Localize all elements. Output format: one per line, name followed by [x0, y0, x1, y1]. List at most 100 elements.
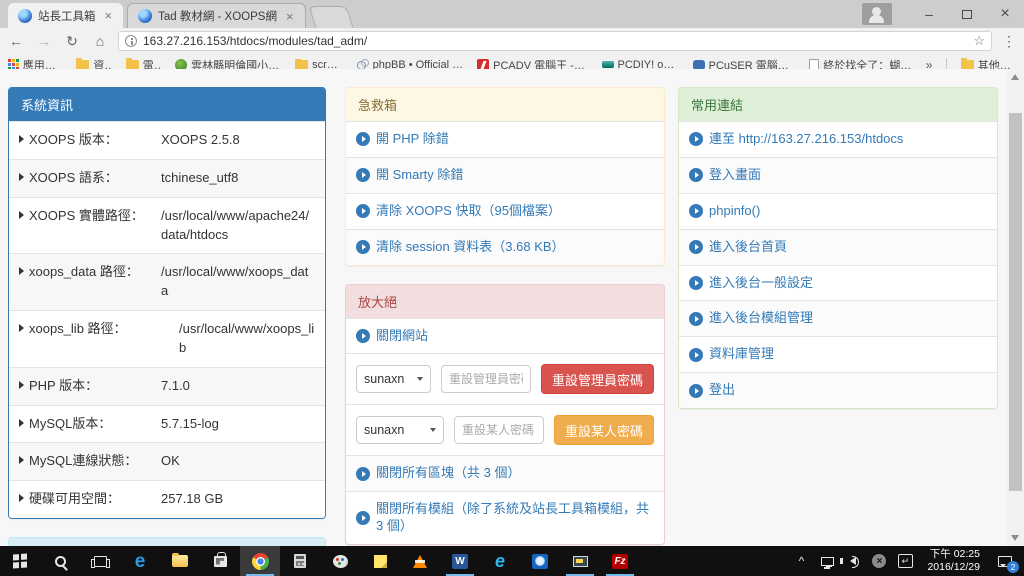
chrome-profile-icon[interactable] — [862, 3, 892, 25]
arrow-circle-icon — [356, 467, 370, 481]
admin-user-select[interactable]: sunaxn — [356, 365, 431, 393]
link-logout[interactable]: 登出 — [709, 382, 735, 399]
taskbar-outlook[interactable] — [520, 546, 560, 576]
minimize-button[interactable]: – — [910, 0, 948, 28]
link-login-screen[interactable]: 登入畫面 — [709, 167, 761, 184]
taskbar-paint[interactable] — [320, 546, 360, 576]
caret-right-icon — [19, 419, 24, 427]
link-close-all-modules[interactable]: 關閉所有模組（除了系統及站長工具箱模組，共 3 個） — [376, 501, 654, 535]
folder-icon — [961, 60, 974, 70]
link-php-debug[interactable]: 開 PHP 除錯 — [376, 131, 449, 148]
page-info-icon[interactable] — [125, 35, 137, 47]
link-goto-site[interactable]: 連至 http://163.27.216.153/htdocs — [709, 131, 903, 148]
link-admin-home[interactable]: 進入後台首頁 — [709, 239, 787, 256]
caret-right-icon — [19, 267, 24, 275]
folder-icon — [76, 60, 89, 70]
taskbar-chrome[interactable] — [240, 546, 280, 576]
system-row: MySQL版本： 5.7.15-log — [9, 405, 325, 443]
taskbar-word[interactable]: W — [440, 546, 480, 576]
chevron-down-icon — [417, 377, 423, 381]
tray-chevron-icon[interactable]: ^ — [789, 546, 813, 576]
user-select[interactable]: sunaxn — [356, 416, 444, 444]
reset-user-password-row: sunaxn 重設某人密碼 — [346, 404, 664, 455]
taskbar-ie[interactable]: e — [480, 546, 520, 576]
taskbar-file-explorer[interactable] — [160, 546, 200, 576]
tab-title: 站長工具箱 — [38, 8, 96, 24]
arrow-circle-icon — [689, 240, 703, 254]
start-button[interactable] — [0, 546, 40, 576]
link-clear-session[interactable]: 清除 session 資料表（3.68 KB） — [376, 239, 565, 256]
panel-title: 系統資訊 — [9, 88, 325, 121]
windows-store-icon — [214, 556, 227, 567]
remote-desktop-icon — [573, 556, 588, 567]
taskbar-clock[interactable]: 下午 02:25 2016/12/29 — [919, 548, 988, 574]
link-admin-modules[interactable]: 進入後台模組管理 — [709, 310, 813, 327]
admin-password-input[interactable] — [441, 365, 531, 393]
arrow-circle-icon — [689, 204, 703, 218]
reset-user-password-button[interactable]: 重設某人密碼 — [554, 415, 654, 445]
action-center-button[interactable]: 2 — [990, 546, 1020, 576]
forward-icon[interactable]: → — [34, 33, 54, 49]
tray-status-icon[interactable]: × — [867, 546, 891, 576]
panel-title: 群組與使用者資訊 — [9, 538, 325, 546]
chrome-menu-icon[interactable]: ⋮ — [1000, 33, 1018, 50]
link-close-site[interactable]: 關閉網站 — [376, 328, 428, 345]
link-row: 進入後台首頁 — [679, 229, 997, 265]
scroll-down-icon[interactable] — [1011, 535, 1019, 541]
network-icon[interactable] — [815, 546, 839, 576]
word-icon: W — [452, 554, 468, 569]
taskbar-remote-desktop[interactable] — [560, 546, 600, 576]
back-icon[interactable]: ← — [6, 33, 26, 49]
taskbar-search-button[interactable] — [40, 546, 80, 576]
arrow-circle-icon — [356, 240, 370, 254]
tab-close-icon[interactable]: × — [283, 9, 297, 24]
restore-button[interactable] — [948, 0, 986, 28]
scrollbar-thumb[interactable] — [1009, 113, 1022, 491]
address-bar[interactable]: 163.27.216.153/htdocs/modules/tad_adm/ ☆ — [118, 31, 992, 51]
ime-indicator-icon[interactable]: ↵ — [893, 546, 917, 576]
link-database-admin[interactable]: 資料庫管理 — [709, 346, 774, 363]
file-explorer-icon — [172, 555, 188, 567]
system-row: PHP 版本： 7.1.0 — [9, 367, 325, 405]
link-row: 開 Smarty 除錯 — [346, 157, 664, 193]
arrow-circle-icon — [689, 276, 703, 290]
page-scrollbar[interactable] — [1007, 69, 1024, 546]
link-close-all-blocks[interactable]: 關閉所有區塊（共 3 個） — [376, 465, 520, 482]
bookmark-star-icon[interactable]: ☆ — [973, 33, 985, 49]
arrow-circle-icon — [689, 312, 703, 326]
reload-icon[interactable]: ↻ — [62, 33, 82, 50]
link-clear-cache[interactable]: 清除 XOOPS 快取（95個檔案） — [376, 203, 561, 220]
task-view-button[interactable] — [80, 546, 120, 576]
volume-icon[interactable] — [841, 546, 865, 576]
system-tray: ^ × ↵ 下午 02:25 2016/12/29 2 — [789, 546, 1024, 576]
taskbar-filezilla[interactable]: Fz — [600, 546, 640, 576]
link-phpinfo[interactable]: phpinfo() — [709, 203, 760, 220]
home-icon[interactable]: ⌂ — [90, 33, 110, 49]
task-view-icon — [94, 556, 107, 567]
tab-active[interactable]: 站長工具箱 × — [8, 3, 123, 28]
clock-date: 2016/12/29 — [927, 561, 980, 574]
taskbar-store[interactable] — [200, 546, 240, 576]
link-row: 關閉所有模組（除了系統及站長工具箱模組，共 3 個） — [346, 491, 664, 544]
taskbar-calculator[interactable] — [280, 546, 320, 576]
user-password-input[interactable] — [454, 416, 544, 444]
reset-admin-password-button[interactable]: 重設管理員密碼 — [541, 364, 654, 394]
restore-icon — [962, 10, 972, 19]
sticky-notes-icon — [374, 555, 387, 568]
tab-inactive[interactable]: Tad 教材網 - XOOPS網 × — [127, 3, 305, 28]
system-row: MySQL連線狀態： OK — [9, 442, 325, 480]
new-tab-button[interactable] — [308, 6, 353, 28]
url-text[interactable]: 163.27.216.153/htdocs/modules/tad_adm/ — [143, 34, 967, 48]
tab-close-icon[interactable]: × — [102, 8, 116, 23]
paint-icon — [333, 555, 348, 568]
scroll-up-icon[interactable] — [1011, 74, 1019, 80]
link-smarty-debug[interactable]: 開 Smarty 除錯 — [376, 167, 463, 184]
link-admin-settings[interactable]: 進入後台一般設定 — [709, 275, 813, 292]
taskbar-edge[interactable]: e — [120, 546, 160, 576]
taskbar-sticky-notes[interactable] — [360, 546, 400, 576]
arrow-circle-icon — [356, 511, 370, 525]
taskbar-vlc[interactable] — [400, 546, 440, 576]
panel-title: 放大絕 — [346, 285, 664, 318]
close-button[interactable]: × — [986, 0, 1024, 28]
link-row: 清除 XOOPS 快取（95個檔案） — [346, 193, 664, 229]
